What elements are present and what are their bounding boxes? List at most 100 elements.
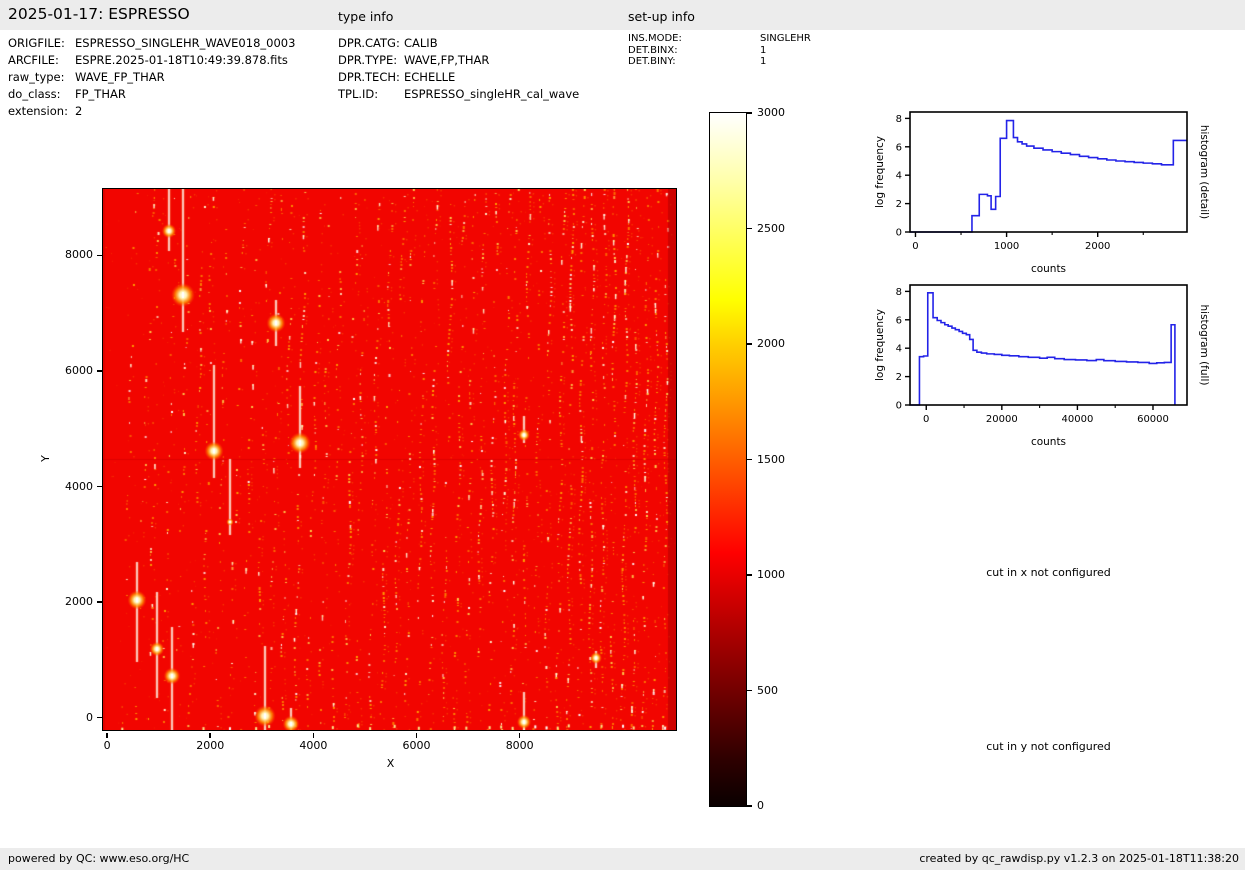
y-tick-label: 6 <box>896 142 902 153</box>
y-tick-label: 8 <box>896 114 902 125</box>
info-value: ECHELLE <box>404 69 455 86</box>
colorbar <box>709 112 747 807</box>
info-row: do_class:FP_THAR <box>8 86 295 103</box>
info-value: FP_THAR <box>75 86 126 103</box>
info-row: DPR.TYPE:WAVE,FP,THAR <box>338 52 579 69</box>
histogram-full-plot: 020000400006000002468countslog frequency… <box>858 273 1230 451</box>
y-tick-label: 2000 <box>43 595 93 609</box>
x-tick-label: 0 <box>923 414 929 425</box>
type-info-section-label: type info <box>338 9 393 24</box>
x-tick-label: 8000 <box>498 739 542 753</box>
colorbar-tick-mark <box>746 459 752 461</box>
y-tick-label: 8000 <box>43 248 93 262</box>
x-tick-mark <box>313 733 315 738</box>
colorbar-tick-mark <box>746 574 752 576</box>
colorbar-tick-mark <box>746 690 752 692</box>
y-tick-mark <box>97 255 102 257</box>
info-row: DPR.CATG:CALIB <box>338 35 579 52</box>
info-label: DPR.TYPE: <box>338 52 404 69</box>
file-info-block: ORIGFILE:ESPRESSO_SINGLEHR_WAVE018_0003A… <box>8 35 295 120</box>
x-tick-label: 2000 <box>1085 241 1110 252</box>
y-tick-label: 0 <box>896 228 902 239</box>
info-value: WAVE,FP,THAR <box>404 52 489 69</box>
colorbar-tick-label: 500 <box>757 684 803 698</box>
x-tick-label: 20000 <box>986 414 1018 425</box>
info-label: extension: <box>8 103 75 120</box>
info-value: WAVE_FP_THAR <box>75 69 165 86</box>
colorbar-tick-label: 1000 <box>757 568 803 582</box>
y-tick-mark <box>97 717 102 719</box>
info-label: INS.MODE: <box>628 33 760 45</box>
y-tick-label: 6000 <box>43 364 93 378</box>
colorbar-tick-label: 1500 <box>757 453 803 467</box>
colorbar-tick-mark <box>746 228 752 230</box>
setup-info-section-label: set-up info <box>628 9 695 24</box>
y-tick-mark <box>97 486 102 488</box>
info-row: TPL.ID:ESPRESSO_singleHR_cal_wave <box>338 86 579 103</box>
info-label: DPR.TECH: <box>338 69 404 86</box>
info-label: DET.BINX: <box>628 45 760 57</box>
y-axis-label: log frequency <box>874 309 886 381</box>
info-value: 1 <box>760 56 766 68</box>
x-tick-label: 6000 <box>395 739 439 753</box>
y-axis-label: Y <box>39 455 52 462</box>
info-value: ESPRESSO_SINGLEHR_WAVE018_0003 <box>75 35 295 52</box>
y-tick-label: 8 <box>896 287 902 298</box>
info-row: DET.BINX:1 <box>628 45 811 57</box>
info-row: DPR.TECH:ECHELLE <box>338 69 579 86</box>
raw-image-plot <box>102 188 677 731</box>
x-tick-label: 0 <box>85 739 129 753</box>
plot-frame <box>910 285 1187 405</box>
info-value: ESPRE.2025-01-18T10:49:39.878.fits <box>75 52 288 69</box>
info-row: ORIGFILE:ESPRESSO_SINGLEHR_WAVE018_0003 <box>8 35 295 52</box>
footer-powered-by: powered by QC: www.eso.org/HC <box>8 852 189 865</box>
x-tick-mark <box>209 733 211 738</box>
info-value: SINGLEHR <box>760 33 811 45</box>
plot-frame <box>910 112 1187 232</box>
colorbar-tick-mark <box>746 343 752 345</box>
raw-detector-heatmap <box>103 189 676 730</box>
info-row: INS.MODE:SINGLEHR <box>628 33 811 45</box>
info-value: 1 <box>760 45 766 57</box>
y-tick-label: 2 <box>896 199 902 210</box>
x-tick-mark <box>416 733 418 738</box>
x-tick-label: 4000 <box>291 739 335 753</box>
colorbar-tick-label: 2500 <box>757 222 803 236</box>
info-row: raw_type:WAVE_FP_THAR <box>8 69 295 86</box>
info-label: do_class: <box>8 86 75 103</box>
info-value: ESPRESSO_singleHR_cal_wave <box>404 86 579 103</box>
histogram-line <box>910 121 1187 232</box>
y-tick-mark <box>97 601 102 603</box>
right-axis-label: histogram (full) <box>1198 305 1210 386</box>
y-tick-label: 4000 <box>43 480 93 494</box>
y-axis-label: log frequency <box>874 136 886 208</box>
colorbar-tick-mark <box>746 112 752 114</box>
info-row: ARCFILE:ESPRE.2025-01-18T10:49:39.878.fi… <box>8 52 295 69</box>
y-tick-label: 4 <box>896 344 902 355</box>
info-label: DET.BINY: <box>628 56 760 68</box>
type-info-block: DPR.CATG:CALIBDPR.TYPE:WAVE,FP,THARDPR.T… <box>338 35 579 103</box>
histogram-line <box>910 293 1175 405</box>
footer-created-by: created by qc_rawdisp.py v1.2.3 on 2025-… <box>919 852 1239 865</box>
cut-in-x-message: cut in x not configured <box>910 566 1187 579</box>
x-axis-label: X <box>104 757 677 770</box>
colorbar-tick-label: 2000 <box>757 337 803 351</box>
colorbar-tick-label: 3000 <box>757 106 803 120</box>
y-tick-label: 0 <box>43 711 93 725</box>
info-label: DPR.CATG: <box>338 35 404 52</box>
x-tick-label: 60000 <box>1137 414 1169 425</box>
page-title: 2025-01-17: ESPRESSO <box>8 5 190 23</box>
y-tick-mark <box>97 370 102 372</box>
x-tick-mark <box>106 733 108 738</box>
info-label: ORIGFILE: <box>8 35 75 52</box>
info-row: extension:2 <box>8 103 295 120</box>
x-tick-label: 40000 <box>1062 414 1094 425</box>
qc-report-page: 2025-01-17: ESPRESSO type info set-up in… <box>0 0 1245 870</box>
right-axis-label: histogram (detail) <box>1198 125 1210 219</box>
setup-info-block: INS.MODE:SINGLEHRDET.BINX:1DET.BINY:1 <box>628 33 811 68</box>
y-tick-label: 4 <box>896 171 902 182</box>
colorbar-tick-mark <box>746 805 752 807</box>
colorbar-tick-label: 0 <box>757 799 803 813</box>
x-tick-label: 2000 <box>188 739 232 753</box>
x-axis-label: counts <box>1031 436 1066 448</box>
